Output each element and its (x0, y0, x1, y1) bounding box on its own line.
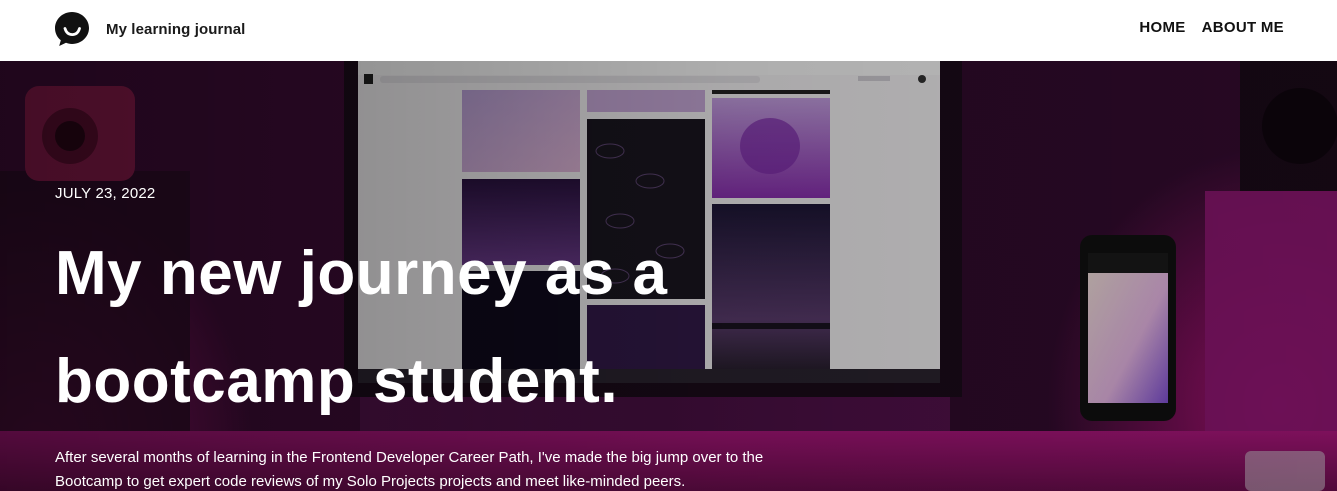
post-title[interactable]: My new journey as a bootcamp student. (55, 220, 755, 436)
nav-about-link[interactable]: ABOUT ME (1202, 19, 1284, 36)
main-nav: HOME ABOUT ME (1139, 19, 1284, 36)
post-title-line-2: bootcamp student. (55, 347, 619, 416)
brand-link[interactable]: My learning journal (55, 11, 245, 47)
post-excerpt: After several months of learning in the … (55, 449, 764, 490)
hero-content: JULY 23, 2022 My new journey as a bootca… (55, 185, 815, 491)
speech-bubble-smile-icon (55, 12, 89, 46)
post-title-line-1: My new journey as a (55, 239, 668, 308)
site-header: My learning journal HOME ABOUT ME (0, 0, 1337, 61)
brand-name: My learning journal (106, 20, 246, 38)
post-date: JULY 23, 2022 (55, 185, 156, 202)
hero-section[interactable]: JULY 23, 2022 My new journey as a bootca… (0, 61, 1337, 491)
nav-home-link[interactable]: HOME (1139, 19, 1185, 36)
